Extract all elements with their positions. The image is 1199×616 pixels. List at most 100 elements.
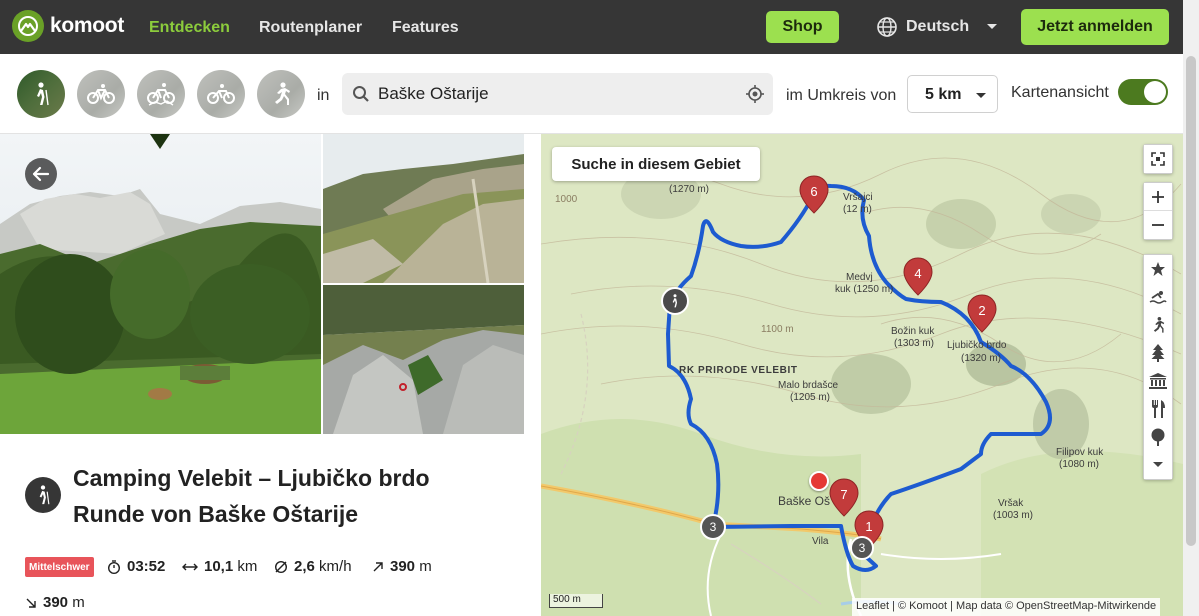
tree-icon <box>1151 344 1165 362</box>
sport-filter-bike[interactable] <box>77 70 125 118</box>
nav-routenplaner[interactable]: Routenplaner <box>259 19 362 37</box>
stopwatch-icon <box>108 559 120 574</box>
in-label: in <box>317 87 330 104</box>
duration-value: 03:52 <box>127 558 166 575</box>
speed-value: 2,6 <box>294 558 315 575</box>
page-scrollbar-thumb[interactable] <box>1186 56 1196 546</box>
hiking-poi-marker[interactable] <box>661 287 689 315</box>
map-label-malo: Malo brdašce <box>778 380 839 391</box>
waypoint-marker-2[interactable]: 2 <box>966 294 998 334</box>
start-point-pin[interactable] <box>809 471 829 491</box>
sport-filter-road-bike[interactable] <box>197 70 245 118</box>
map-label-medvjak: Medvj <box>846 272 873 283</box>
top-navigation: komoot Entdecken Routenplaner Features S… <box>0 0 1199 54</box>
star-icon <box>1151 262 1165 276</box>
map-view-label: Kartenansicht <box>1011 84 1109 101</box>
deciduous-tree-icon <box>1151 428 1165 446</box>
cluster-marker[interactable]: 3 <box>850 536 874 560</box>
komoot-logo[interactable]: komoot <box>12 10 124 42</box>
search-input[interactable]: Baške Oštarije <box>378 84 489 104</box>
descent-value: 390 <box>43 594 69 611</box>
stat-speed: 2,6 km/h <box>274 558 352 575</box>
cluster-marker[interactable]: 3 <box>700 514 726 540</box>
tour-title-line-2: Runde von Baške Oštarije <box>73 501 359 527</box>
language-label: Deutsch <box>906 18 970 35</box>
nav-entdecken[interactable]: Entdecken <box>149 19 230 37</box>
location-search[interactable]: Baške Oštarije <box>342 73 773 115</box>
locate-me-icon[interactable] <box>745 84 765 104</box>
map-zoom-control <box>1143 182 1173 240</box>
map-poi-layer-control <box>1143 254 1173 480</box>
descent-unit: m <box>72 594 85 611</box>
sport-filter-hiking[interactable] <box>17 70 65 118</box>
map-contour-1100: 1100 m <box>761 324 794 335</box>
distance-arrows-icon <box>182 563 198 570</box>
svg-text:2: 2 <box>978 303 985 318</box>
back-button[interactable] <box>25 158 57 190</box>
search-this-area-button[interactable]: Suche in diesem Gebiet <box>552 147 760 181</box>
poi-highlights-button[interactable] <box>1144 255 1172 283</box>
fullscreen-button[interactable] <box>1144 145 1172 173</box>
poi-more-button[interactable] <box>1144 451 1172 479</box>
hiking-icon <box>39 485 50 505</box>
shop-button[interactable]: Shop <box>766 11 839 43</box>
map-label-vrsajci: Vršajci <box>843 192 873 203</box>
tour-title[interactable]: Camping Velebit – Ljubičko brdo Runde vo… <box>73 460 513 532</box>
chevron-down-icon <box>976 93 986 98</box>
map-label-ljubicko-height: (1320 m) <box>961 353 1002 364</box>
ascent-value: 390 <box>390 558 416 575</box>
sport-filter-mountain-bike[interactable] <box>137 70 185 118</box>
poi-nature-button[interactable] <box>1144 339 1172 367</box>
bike-icon <box>87 84 115 104</box>
map-label-bozin-height: (1303 m) <box>894 338 935 349</box>
museum-icon <box>1149 373 1167 389</box>
login-button[interactable]: Jetzt anmelden <box>1021 9 1169 45</box>
map-attribution[interactable]: Leaflet | © Komoot | Map data © OpenStre… <box>852 598 1161 616</box>
map-view-toggle[interactable] <box>1118 79 1168 105</box>
stat-distance: 10,1 km <box>182 558 257 575</box>
fullscreen-icon <box>1151 152 1165 166</box>
tour-photo-2[interactable] <box>323 134 524 283</box>
stat-duration: 03:52 <box>107 558 165 575</box>
speed-unit: km/h <box>319 558 352 575</box>
speed-icon <box>274 560 288 573</box>
map-label-park: RK PRIRODE VELEBIT <box>679 365 798 376</box>
poi-food-button[interactable] <box>1144 395 1172 423</box>
nav-features[interactable]: Features <box>392 19 459 37</box>
map-label-vrsak: Vršak <box>998 498 1024 509</box>
waypoint-marker-6[interactable]: 6 <box>798 175 830 215</box>
map-label-vila: Vila <box>812 536 829 547</box>
poi-culture-button[interactable] <box>1144 367 1172 395</box>
tour-photo-3[interactable] <box>323 285 524 434</box>
tour-map[interactable]: (1270 m) Vršajci (12 m) Medvj kuk (1250 … <box>541 134 1183 616</box>
map-label-malo-height: (1205 m) <box>790 392 831 403</box>
komoot-logo-icon <box>12 10 44 42</box>
road-bike-icon <box>207 84 235 104</box>
ascent-unit: m <box>419 558 432 575</box>
chevron-down-icon <box>987 24 998 29</box>
map-label-filipov-height: (1080 m) <box>1059 459 1100 470</box>
map-fullscreen-control <box>1143 144 1173 174</box>
poi-hiking-button[interactable] <box>1144 311 1172 339</box>
radius-select[interactable]: 5 km <box>907 75 998 113</box>
stat-descent: 390 m <box>25 594 85 611</box>
language-selector[interactable]: Deutsch <box>876 16 999 38</box>
distance-value: 10,1 <box>204 558 234 575</box>
waypoint-marker-4[interactable]: 4 <box>902 257 934 297</box>
sport-filter-running[interactable] <box>257 70 305 118</box>
hiking-icon <box>37 82 49 106</box>
poi-forest-button[interactable] <box>1144 423 1172 451</box>
arrow-left-icon <box>32 166 50 182</box>
svg-text:4: 4 <box>914 266 921 281</box>
tour-title-line-1: Camping Velebit – Ljubičko brdo <box>73 465 430 491</box>
zoom-in-button[interactable] <box>1144 183 1172 211</box>
plus-icon <box>1152 190 1164 203</box>
svg-text:1: 1 <box>865 519 872 534</box>
zoom-out-button[interactable] <box>1144 211 1172 239</box>
difficulty-badge: Mittelschwer <box>25 557 94 577</box>
svg-text:7: 7 <box>840 487 847 502</box>
poi-swimming-button[interactable] <box>1144 283 1172 311</box>
svg-text:6: 6 <box>810 184 817 199</box>
map-scale: 500 m <box>549 594 603 608</box>
globe-icon <box>877 17 897 37</box>
